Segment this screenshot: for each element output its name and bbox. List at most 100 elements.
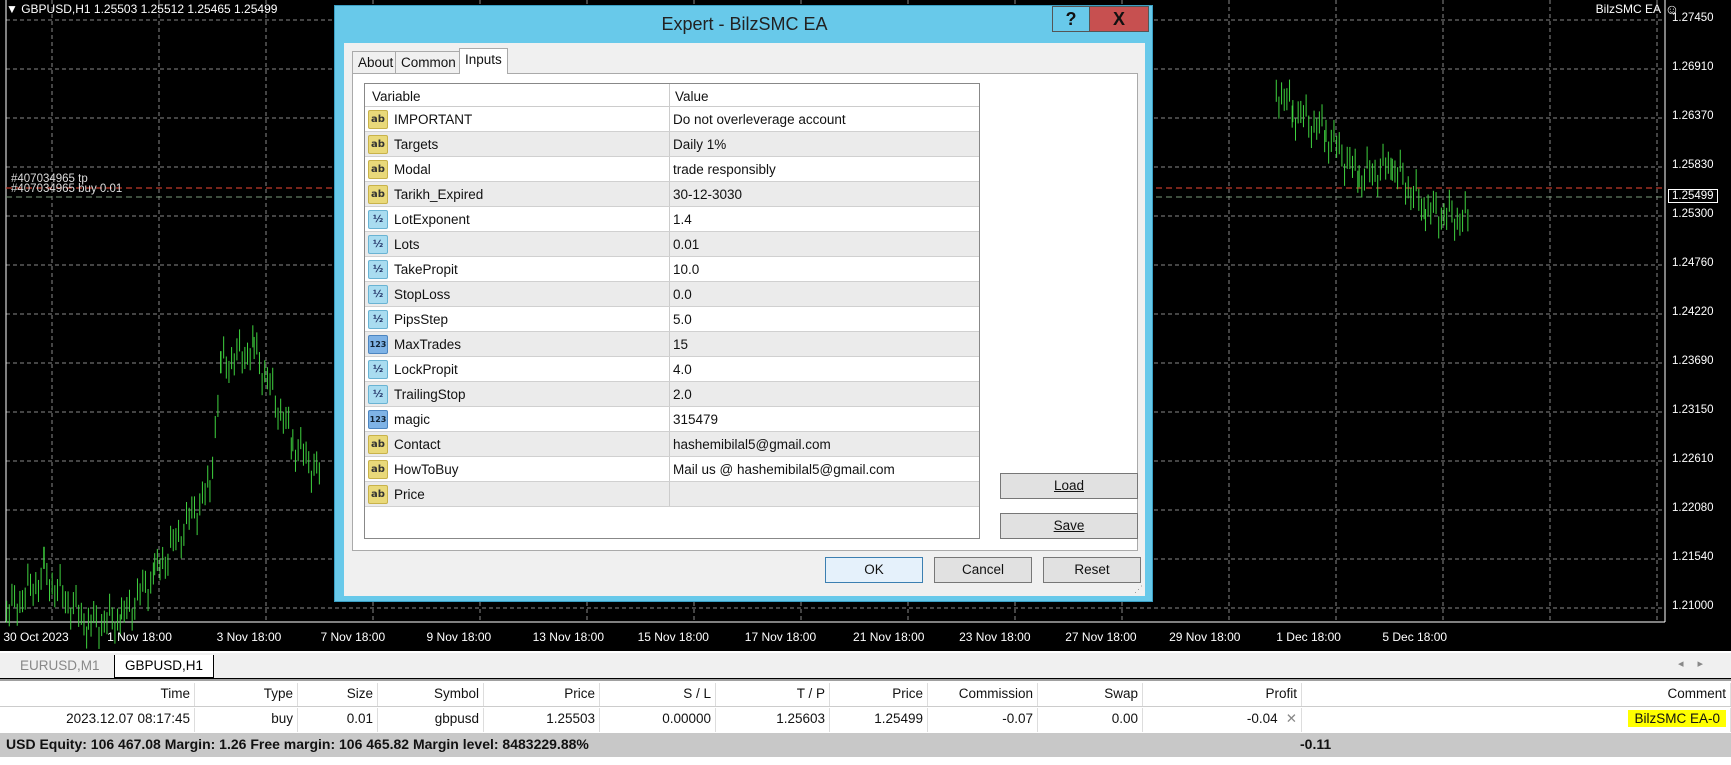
input-value[interactable]: 4.0	[673, 362, 692, 377]
trade-cell-1: buy	[195, 708, 298, 732]
input-value[interactable]: 0.01	[673, 237, 699, 252]
input-row-tarikh_expired[interactable]: ab Tarikh_Expired 30-12-3030	[365, 182, 979, 207]
cancel-button[interactable]: Cancel	[934, 557, 1032, 583]
inputs-grid: Variable Value ab IMPORTANT Do not overl…	[364, 83, 980, 539]
column-separator	[669, 457, 670, 481]
input-value[interactable]: 1.4	[673, 212, 692, 227]
input-value[interactable]: Do not overleverage account	[673, 112, 846, 127]
col-header-0[interactable]: Time	[0, 683, 195, 706]
trade-cell-3: gbpusd	[378, 708, 484, 732]
collapse-triangle-icon[interactable]: ▼	[6, 2, 21, 16]
col-header-6[interactable]: T / P	[716, 683, 830, 706]
string-type-icon: ab	[368, 160, 388, 179]
column-separator	[669, 357, 670, 381]
input-variable: Targets	[394, 137, 439, 152]
col-header-1[interactable]: Type	[195, 683, 298, 706]
ok-button[interactable]: OK	[825, 557, 923, 583]
time-tick-label: 29 Nov 18:00	[1169, 630, 1241, 644]
input-variable: Price	[394, 487, 425, 502]
column-separator	[669, 207, 670, 231]
chart-tab-gbpusd[interactable]: GBPUSD,H1	[114, 655, 215, 678]
close-order-icon[interactable]: ✕	[1286, 711, 1297, 726]
string-type-icon: ab	[368, 185, 388, 204]
input-value[interactable]: Daily 1%	[673, 137, 726, 152]
input-row-lots[interactable]: ½ Lots 0.01	[365, 232, 979, 257]
tab-common[interactable]: Common	[395, 51, 462, 73]
double-type-icon: ½	[368, 310, 388, 329]
col-header-2[interactable]: Size	[298, 683, 378, 706]
mt4-terminal: ▼ GBPUSD,H1 1.25503 1.25512 1.25465 1.25…	[0, 0, 1731, 765]
input-variable: Lots	[394, 237, 420, 252]
header-value[interactable]: Value	[675, 89, 709, 104]
col-header-8[interactable]: Commission	[928, 683, 1038, 706]
chart-tab-eurusd[interactable]: EURUSD,M1	[10, 655, 110, 678]
input-value[interactable]: Mail us @ hashemibilal5@gmail.com	[673, 462, 895, 477]
price-tick-label: 1.23690	[1672, 355, 1714, 367]
col-header-9[interactable]: Swap	[1038, 683, 1143, 706]
input-row-important[interactable]: ab IMPORTANT Do not overleverage account	[365, 107, 979, 132]
input-row-modal[interactable]: ab Modal trade responsibly	[365, 157, 979, 182]
close-button[interactable]: X	[1089, 6, 1149, 32]
time-tick-label: 9 Nov 18:00	[426, 630, 492, 644]
input-row-howtobuy[interactable]: ab HowToBuy Mail us @ hashemibilal5@gmai…	[365, 457, 979, 482]
account-summary-text: USD Equity: 106 467.08 Margin: 1.26 Free…	[6, 736, 589, 752]
integer-type-icon: 123	[368, 410, 388, 429]
input-value[interactable]: 30-12-3030	[673, 187, 742, 202]
trade-cell-4: 1.25503	[484, 708, 600, 732]
input-value[interactable]: 315479	[673, 412, 718, 427]
col-header-10[interactable]: Profit	[1143, 683, 1302, 706]
input-value[interactable]: 15	[673, 337, 688, 352]
input-value[interactable]: 2.0	[673, 387, 692, 402]
input-row-maxtrades[interactable]: 123 MaxTrades 15	[365, 332, 979, 357]
help-button[interactable]: ?	[1052, 6, 1090, 32]
time-tick-label: 1 Dec 18:00	[1276, 630, 1341, 644]
input-variable: Contact	[394, 437, 441, 452]
input-row-targets[interactable]: ab Targets Daily 1%	[365, 132, 979, 157]
price-tick-label: 1.26370	[1672, 110, 1714, 122]
price-tick-label: 1.23150	[1672, 404, 1714, 416]
column-separator	[669, 132, 670, 156]
column-separator	[669, 282, 670, 306]
input-row-price[interactable]: ab Price	[365, 482, 979, 507]
input-value[interactable]: 10.0	[673, 262, 699, 277]
input-row-lotexponent[interactable]: ½ LotExponent 1.4	[365, 207, 979, 232]
trade-cell-0: 2023.12.07 08:17:45	[0, 708, 195, 732]
reset-button[interactable]: Reset	[1043, 557, 1141, 583]
col-header-3[interactable]: Symbol	[378, 683, 484, 706]
tab-inputs[interactable]: Inputs	[459, 48, 508, 74]
input-row-takepropit[interactable]: ½ TakePropit 10.0	[365, 257, 979, 282]
trade-row[interactable]: 2023.12.07 08:17:45 buy 0.01 gbpusd 1.25503 0…	[0, 708, 1731, 732]
resize-grip-icon[interactable]: ⋰	[1134, 584, 1143, 595]
price-tick-label: 1.24760	[1672, 257, 1714, 269]
price-tick-label: 1.21000	[1672, 600, 1714, 612]
input-row-contact[interactable]: ab Contact hashemibilal5@gmail.com	[365, 432, 979, 457]
col-header-7[interactable]: Price	[830, 683, 928, 706]
time-tick-label: 7 Nov 18:00	[320, 630, 386, 644]
load-button[interactable]: Load	[1000, 473, 1138, 499]
input-row-pipsstep[interactable]: ½ PipsStep 5.0	[365, 307, 979, 332]
input-variable: Tarikh_Expired	[394, 187, 484, 202]
col-header-4[interactable]: Price	[484, 683, 600, 706]
string-type-icon: ab	[368, 135, 388, 154]
input-value[interactable]: hashemibilal5@gmail.com	[673, 437, 831, 452]
order-buy-label: #407034965 buy 0.01	[11, 183, 123, 195]
input-row-lockpropit[interactable]: ½ LockPropit 4.0	[365, 357, 979, 382]
header-variable[interactable]: Variable	[372, 89, 421, 104]
input-row-magic[interactable]: 123 magic 315479	[365, 407, 979, 432]
price-tick-label: 1.21540	[1672, 551, 1714, 563]
input-row-stoploss[interactable]: ½ StopLoss 0.0	[365, 282, 979, 307]
input-value[interactable]: 0.0	[673, 287, 692, 302]
price-tick-label: 1.25830	[1672, 159, 1714, 171]
input-value[interactable]: trade responsibly	[673, 162, 776, 177]
input-row-trailingstop[interactable]: ½ TrailingStop 2.0	[365, 382, 979, 407]
tab-about[interactable]: About	[352, 51, 400, 73]
column-separator[interactable]	[669, 84, 670, 107]
input-value[interactable]: 5.0	[673, 312, 692, 327]
save-button[interactable]: Save	[1000, 513, 1138, 539]
col-header-11[interactable]: Comment	[1302, 683, 1731, 706]
column-separator	[669, 482, 670, 506]
col-header-5[interactable]: S / L	[600, 683, 716, 706]
time-tick-label: 30 Oct 2023	[3, 630, 69, 644]
grid-header: Variable Value	[365, 84, 979, 107]
tab-scroll-arrows[interactable]: ◂▸	[1678, 657, 1717, 670]
